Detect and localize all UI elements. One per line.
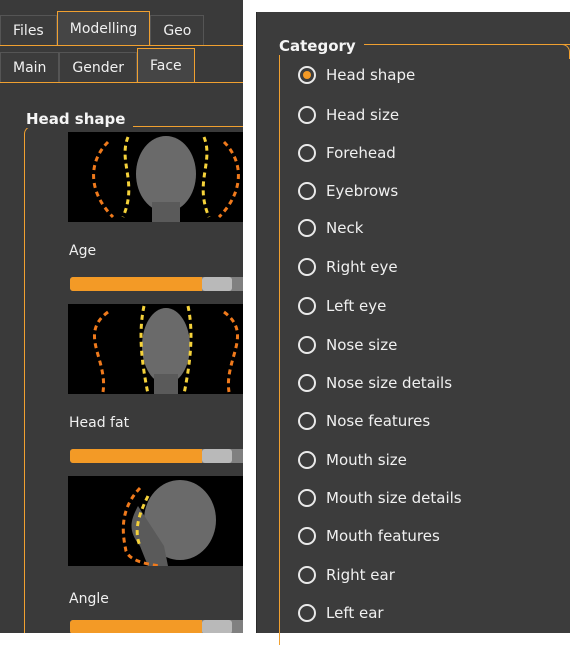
radio-button[interactable] <box>298 489 316 507</box>
option-label: Neck <box>326 219 364 237</box>
slider-handle[interactable] <box>202 620 232 633</box>
option-label: Right eye <box>326 258 398 276</box>
option-label: Nose size details <box>326 374 453 392</box>
age-preview-image <box>68 132 243 222</box>
category-option-head-shape[interactable]: Head shape <box>298 63 415 87</box>
radio-button[interactable] <box>298 219 316 237</box>
category-option-head-size[interactable]: Head size <box>298 103 399 127</box>
slider-fill <box>70 449 202 463</box>
age-slider[interactable] <box>70 277 243 291</box>
angle-label: Angle <box>69 591 109 607</box>
radio-button[interactable] <box>298 604 316 622</box>
radio-button[interactable] <box>298 451 316 469</box>
head-fat-slider[interactable] <box>70 449 243 463</box>
radio-button[interactable] <box>298 412 316 430</box>
head-shape-group: Head shape Age Head fat Angle <box>24 110 243 633</box>
tab-main[interactable]: Main <box>0 52 60 82</box>
radio-button[interactable] <box>298 182 316 200</box>
slider-fill <box>70 277 202 291</box>
radio-button[interactable] <box>298 566 316 584</box>
tab-divider <box>0 45 243 46</box>
category-option-right-eye[interactable]: Right eye <box>298 255 398 279</box>
option-label: Eyebrows <box>326 182 399 200</box>
category-option-mouth-size-details[interactable]: Mouth size details <box>298 486 462 510</box>
category-frame-corner <box>523 44 570 59</box>
tab-files[interactable]: Files <box>0 15 57 45</box>
option-label: Mouth size details <box>326 489 462 507</box>
option-label: Mouth size <box>326 451 407 469</box>
tab-modelling[interactable]: Modelling <box>56 11 151 45</box>
category-option-left-ear[interactable]: Left ear <box>298 601 384 625</box>
category-option-eyebrows[interactable]: Eyebrows <box>298 179 398 203</box>
option-label: Forehead <box>326 144 396 162</box>
slider-fill <box>70 620 202 633</box>
category-option-neck[interactable]: Neck <box>298 216 363 240</box>
sub-tabbar: Main Gender Face <box>0 48 195 82</box>
category-option-left-eye[interactable]: Left eye <box>298 294 386 318</box>
option-label: Head shape <box>326 66 416 84</box>
option-label: Nose features <box>326 412 431 430</box>
group-title: Head shape <box>24 110 134 128</box>
category-option-right-ear[interactable]: Right ear <box>298 563 395 587</box>
tab-divider <box>0 82 243 83</box>
category-option-nose-size-details[interactable]: Nose size details <box>298 371 452 395</box>
option-label: Right ear <box>326 566 395 584</box>
radio-button[interactable] <box>298 374 316 392</box>
category-option-nose-size[interactable]: Nose size <box>298 333 397 357</box>
radio-button[interactable] <box>298 66 316 84</box>
left-panel: Files Modelling Geo Main Gender Face Hea… <box>0 0 243 633</box>
tab-face[interactable]: Face <box>137 48 195 82</box>
radio-button[interactable] <box>298 297 316 315</box>
age-label: Age <box>69 243 97 259</box>
category-option-forehead[interactable]: Forehead <box>298 141 396 165</box>
radio-button[interactable] <box>298 106 316 124</box>
top-tabbar: Files Modelling Geo <box>0 11 205 45</box>
option-label: Mouth features <box>326 527 440 545</box>
category-title: Category <box>279 37 364 55</box>
category-option-mouth-features[interactable]: Mouth features <box>298 524 440 548</box>
option-label: Nose size <box>326 336 398 354</box>
option-label: Left ear <box>326 604 384 622</box>
angle-preview-image <box>68 476 243 566</box>
slider-handle[interactable] <box>202 277 232 291</box>
head-fat-label: Head fat <box>69 415 130 431</box>
radio-button[interactable] <box>298 336 316 354</box>
right-panel: Category Head shape Head size Forehead E… <box>243 0 570 645</box>
category-option-nose-features[interactable]: Nose features <box>298 409 430 433</box>
radio-button[interactable] <box>298 144 316 162</box>
option-label: Left eye <box>326 297 387 315</box>
slider-handle[interactable] <box>202 449 232 463</box>
tab-geometries[interactable]: Geo <box>150 15 205 45</box>
option-label: Head size <box>326 106 400 124</box>
radio-button[interactable] <box>298 258 316 276</box>
angle-slider[interactable] <box>70 620 243 633</box>
radio-button[interactable] <box>298 527 316 545</box>
head-fat-preview-image <box>68 304 243 394</box>
tab-gender[interactable]: Gender <box>59 52 138 82</box>
category-option-mouth-size[interactable]: Mouth size <box>298 448 407 472</box>
